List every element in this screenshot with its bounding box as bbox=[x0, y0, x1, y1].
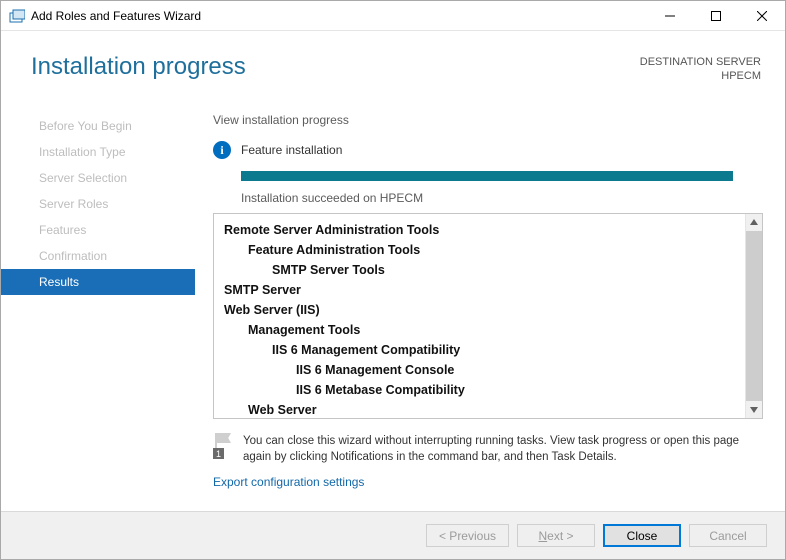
scroll-thumb[interactable] bbox=[746, 231, 762, 401]
status-row: i Feature installation bbox=[213, 141, 763, 159]
features-list-content: Remote Server Administration ToolsFeatur… bbox=[214, 214, 745, 418]
sidebar-item-features: Features bbox=[1, 217, 195, 243]
list-item: IIS 6 Metabase Compatibility bbox=[224, 380, 739, 400]
sidebar-item-server-selection: Server Selection bbox=[1, 165, 195, 191]
previous-button: < Previous bbox=[426, 524, 509, 547]
scrollbar[interactable] bbox=[745, 214, 762, 418]
list-item: Remote Server Administration Tools bbox=[224, 220, 739, 240]
destination-server: DESTINATION SERVER HPECM bbox=[640, 53, 761, 83]
export-settings-link[interactable]: Export configuration settings bbox=[213, 475, 763, 489]
sidebar-item-results[interactable]: Results bbox=[1, 269, 195, 295]
title-bar: Add Roles and Features Wizard bbox=[1, 1, 785, 31]
close-window-button[interactable] bbox=[739, 1, 785, 30]
minimize-button[interactable] bbox=[647, 1, 693, 30]
scroll-up-button[interactable] bbox=[746, 214, 762, 231]
list-item: Management Tools bbox=[224, 320, 739, 340]
sidebar-item-installation-type: Installation Type bbox=[1, 139, 195, 165]
info-icon: i bbox=[213, 141, 231, 159]
app-icon bbox=[9, 8, 25, 24]
sidebar-item-server-roles: Server Roles bbox=[1, 191, 195, 217]
destination-name: HPECM bbox=[640, 69, 761, 83]
page-title: Installation progress bbox=[31, 53, 246, 81]
sidebar-item-before-you-begin: Before You Begin bbox=[1, 113, 195, 139]
sidebar-item-confirmation: Confirmation bbox=[1, 243, 195, 269]
progress-bar bbox=[241, 171, 733, 181]
flag-icon: 1 bbox=[213, 433, 235, 459]
list-item: SMTP Server bbox=[224, 280, 739, 300]
main: Before You BeginInstallation TypeServer … bbox=[1, 95, 785, 497]
destination-label: DESTINATION SERVER bbox=[640, 55, 761, 69]
sidebar: Before You BeginInstallation TypeServer … bbox=[1, 95, 195, 497]
list-item: Feature Administration Tools bbox=[224, 240, 739, 260]
scroll-down-button[interactable] bbox=[746, 401, 762, 418]
list-item: IIS 6 Management Compatibility bbox=[224, 340, 739, 360]
cancel-button: Cancel bbox=[689, 524, 767, 547]
header: Installation progress DESTINATION SERVER… bbox=[1, 31, 785, 95]
succeeded-text: Installation succeeded on HPECM bbox=[241, 191, 763, 205]
progress-fill bbox=[241, 171, 733, 181]
maximize-button[interactable] bbox=[693, 1, 739, 30]
flag-badge: 1 bbox=[213, 448, 224, 459]
next-button: Next > bbox=[517, 524, 595, 547]
close-button[interactable]: Close bbox=[603, 524, 681, 547]
features-list: Remote Server Administration ToolsFeatur… bbox=[213, 213, 763, 419]
list-item: SMTP Server Tools bbox=[224, 260, 739, 280]
list-item: Web Server (IIS) bbox=[224, 300, 739, 320]
content-heading: View installation progress bbox=[213, 113, 763, 127]
hint: 1 You can close this wizard without inte… bbox=[213, 433, 763, 465]
content: View installation progress i Feature ins… bbox=[195, 95, 785, 497]
hint-text: You can close this wizard without interr… bbox=[243, 433, 763, 465]
window-controls bbox=[647, 1, 785, 30]
list-item: Web Server bbox=[224, 400, 739, 418]
footer: < Previous Next > Close Cancel bbox=[1, 511, 785, 559]
list-item: IIS 6 Management Console bbox=[224, 360, 739, 380]
window-title: Add Roles and Features Wizard bbox=[31, 9, 647, 23]
status-text: Feature installation bbox=[241, 143, 342, 157]
